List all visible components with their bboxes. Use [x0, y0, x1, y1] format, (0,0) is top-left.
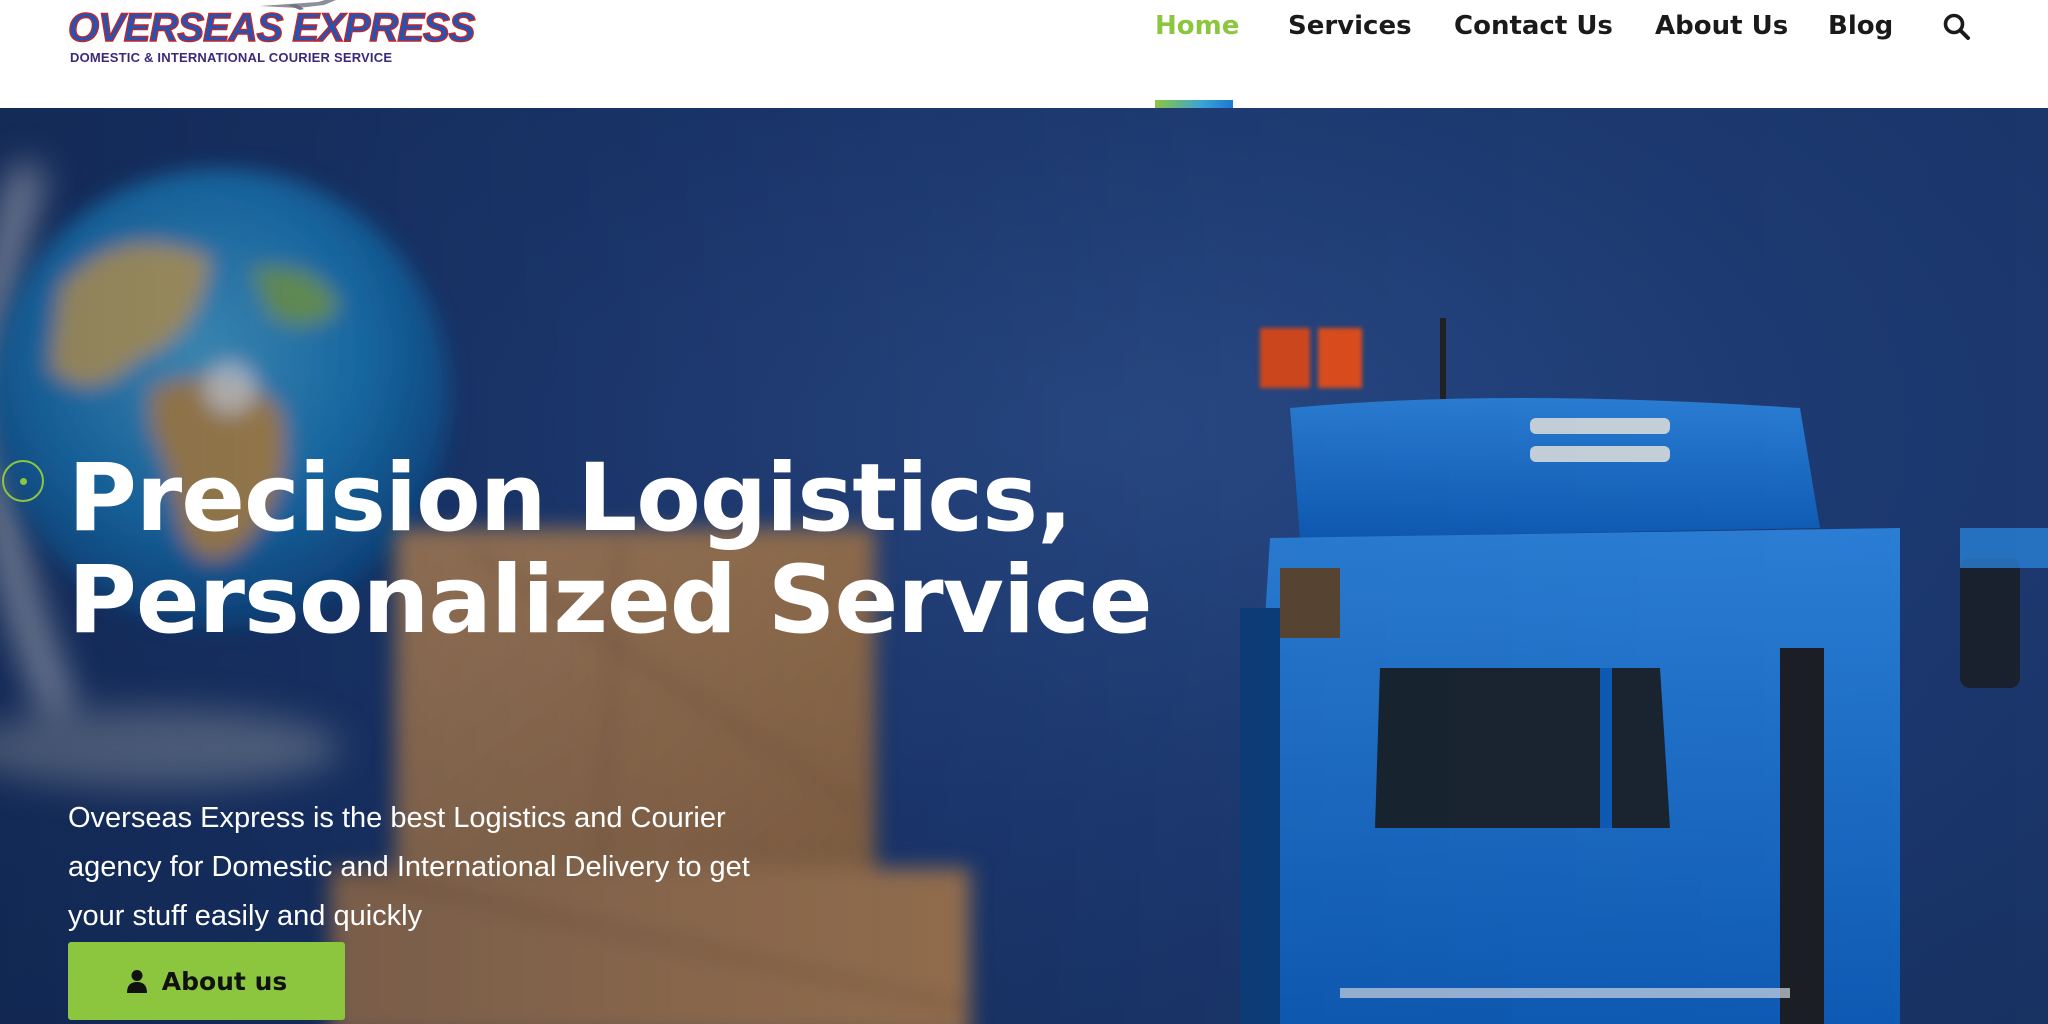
hero-description: Overseas Express is the best Logistics a… [68, 802, 750, 932]
nav-about-us[interactable]: About Us [1655, 10, 1788, 42]
about-us-button[interactable]: About us [68, 942, 345, 1020]
hero-section: Precision Logistics, Personalized Servic… [0, 108, 2048, 1024]
active-nav-indicator [1155, 100, 1233, 108]
about-us-button-label: About us [161, 966, 288, 996]
hero-title-line-2: Personalized Service [68, 546, 1153, 655]
nav-home[interactable]: Home [1155, 10, 1239, 42]
slider-dot[interactable] [2, 460, 44, 502]
site-header: OVERSEAS EXPRESS DOMESTIC & INTERNATIONA… [0, 0, 2048, 108]
hero-title-line-1: Precision Logistics, [68, 444, 1073, 553]
user-icon [126, 970, 147, 993]
nav-blog[interactable]: Blog [1828, 10, 1893, 42]
nav-contact-us[interactable]: Contact Us [1454, 10, 1613, 42]
main-nav: Home Services Contact Us About Us Blog [0, 0, 2048, 108]
hero-title: Precision Logistics, Personalized Servic… [68, 448, 1218, 652]
nav-services[interactable]: Services [1288, 10, 1412, 42]
search-icon[interactable] [1942, 12, 1972, 42]
